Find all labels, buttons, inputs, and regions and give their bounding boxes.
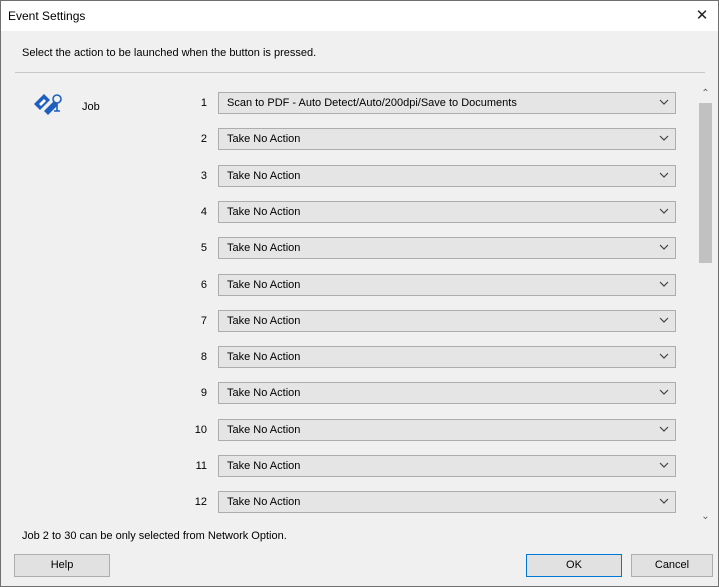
ok-button[interactable]: OK [526, 554, 622, 577]
action-dropdown[interactable]: Take No Action [218, 128, 676, 151]
job-number: 3 [200, 169, 207, 182]
window-title: Event Settings [8, 9, 86, 23]
action-dropdown[interactable]: Take No Action [218, 491, 676, 514]
divider [15, 72, 705, 73]
chevron-down-icon [659, 281, 669, 287]
job-list: 1 Scan to PDF - Auto Detect/Auto/200dpi/S… [0, 80, 719, 527]
chevron-down-icon [659, 135, 669, 142]
chevron-down-icon [659, 317, 669, 323]
job-number: 5 [200, 242, 207, 255]
job-number: 11 [195, 460, 207, 472]
title-bar: Event Settings ✕ [1, 1, 718, 31]
footnote: Job 2 to 30 can be only selected from Ne… [22, 530, 287, 542]
cancel-button[interactable]: Cancel [631, 554, 713, 577]
dropdown-value: Take No Action [227, 278, 301, 291]
scroll-up-arrow-icon[interactable]: ⌃ [697, 85, 714, 102]
dropdown-value: Take No Action [227, 242, 301, 255]
job-number: 1 [200, 97, 207, 109]
job-row: 2 Take No Action [0, 128, 719, 152]
job-number: 2 [200, 133, 207, 146]
dropdown-value: Take No Action [227, 351, 301, 364]
help-button[interactable]: Help [14, 554, 110, 577]
instruction-text: Select the action to be launched when th… [22, 47, 317, 59]
job-number: 6 [200, 278, 207, 291]
chevron-down-icon [659, 208, 669, 214]
close-icon[interactable]: ✕ [690, 4, 714, 28]
job-row: 1 Scan to PDF - Auto Detect/Auto/200dpi/S… [0, 92, 719, 116]
chevron-down-icon [659, 244, 669, 251]
dropdown-value: Take No Action [227, 460, 301, 472]
job-row: 7 Take No Action [0, 309, 719, 334]
action-dropdown[interactable]: Take No Action [218, 237, 676, 260]
job-number: 7 [200, 314, 207, 327]
action-dropdown[interactable]: Take No Action [218, 418, 676, 441]
job-number: 8 [200, 351, 207, 364]
action-dropdown[interactable]: Take No Action [218, 382, 676, 405]
job-row: 9 Take No Action [0, 382, 719, 406]
job-row: 12 Take No Action [0, 491, 719, 515]
job-number: 12 [194, 496, 207, 509]
chevron-down-icon [659, 353, 669, 359]
job-row: 11 Take No Action [0, 455, 719, 479]
job-number: 9 [200, 387, 207, 400]
dropdown-value: Take No Action [227, 423, 301, 436]
job-number: 10 [194, 423, 207, 436]
dropdown-value: Scan to PDF - Auto Detect/Auto/200dpi/Sa… [227, 97, 517, 109]
dropdown-value: Take No Action [227, 314, 301, 327]
dropdown-value: Take No Action [227, 387, 301, 400]
action-dropdown[interactable]: Take No Action [218, 273, 676, 296]
action-dropdown[interactable]: Take No Action [218, 309, 676, 332]
action-dropdown[interactable]: Take No Action [218, 346, 676, 369]
dropdown-value: Take No Action [227, 205, 301, 218]
job-row: 6 Take No Action [0, 273, 719, 298]
job-row: 5 Take No Action [0, 237, 719, 261]
dropdown-value: Take No Action [227, 133, 301, 146]
job-row: 8 Take No Action [0, 346, 719, 370]
action-dropdown[interactable]: Take No Action [218, 164, 676, 187]
chevron-down-icon [659, 172, 669, 178]
vertical-scrollbar[interactable]: ⌃ ⌄ [697, 85, 714, 525]
scroll-thumb[interactable] [699, 103, 712, 263]
dropdown-value: Take No Action [227, 169, 301, 182]
chevron-down-icon [659, 426, 669, 432]
job-row: 10 Take No Action [0, 418, 719, 443]
chevron-down-icon [659, 389, 669, 396]
chevron-down-icon [659, 498, 669, 505]
action-dropdown[interactable]: Take No Action [218, 455, 676, 477]
scroll-down-arrow-icon[interactable]: ⌄ [697, 508, 714, 525]
job-row: 3 Take No Action [0, 164, 719, 189]
chevron-down-icon [659, 462, 669, 468]
action-dropdown[interactable]: Take No Action [218, 200, 676, 223]
action-dropdown[interactable]: Scan to PDF - Auto Detect/Auto/200dpi/Sa… [218, 92, 676, 114]
job-row: 4 Take No Action [0, 200, 719, 225]
dropdown-value: Take No Action [227, 496, 301, 509]
job-number: 4 [200, 205, 207, 218]
chevron-down-icon [659, 99, 669, 105]
